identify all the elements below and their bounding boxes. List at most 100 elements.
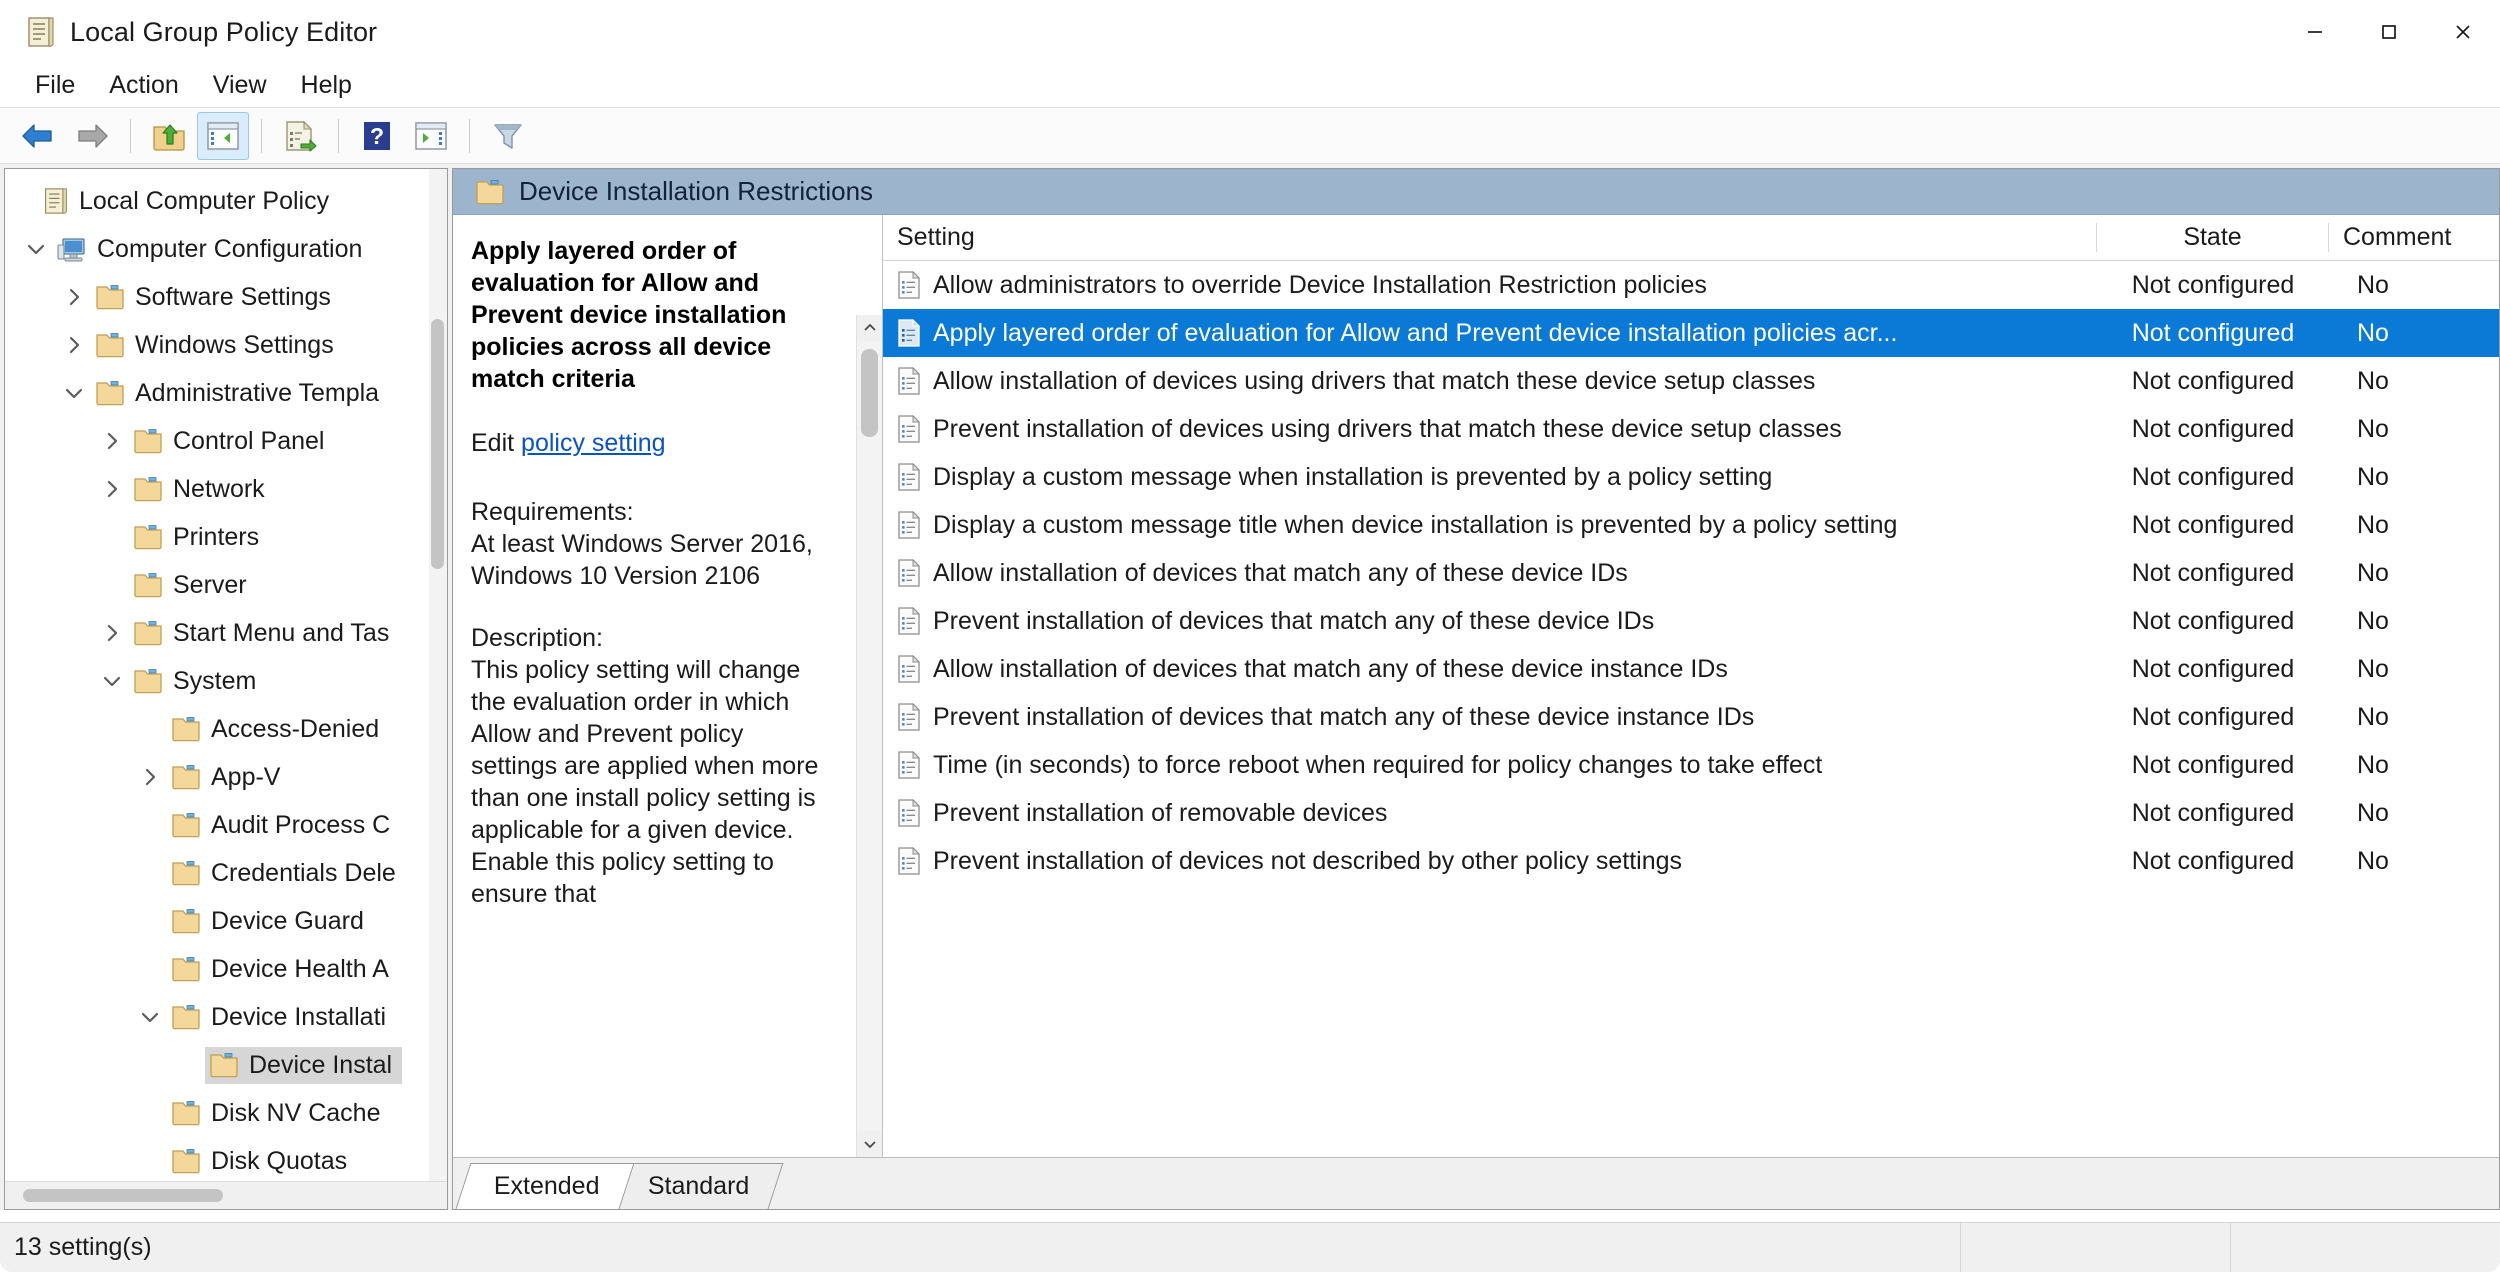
tree-item-device-health-a[interactable]: Device Health A (5, 945, 447, 993)
menu-action[interactable]: Action (92, 68, 195, 103)
toolbar-separator (469, 119, 470, 153)
main-body: Local Computer Policy Computer Configurat… (0, 164, 2500, 1210)
tree-expander-administrative-templa[interactable] (57, 383, 91, 403)
title-bar-left: Local Group Policy Editor (0, 16, 377, 48)
close-button[interactable] (2426, 0, 2500, 64)
tree-expander-windows-settings[interactable] (57, 335, 91, 355)
table-row[interactable]: Allow installation of devices that match… (883, 549, 2499, 597)
setting-state: Not configured (2097, 751, 2329, 780)
tree-item-administrative-templa[interactable]: Administrative Templa (5, 369, 447, 417)
setting-state: Not configured (2097, 463, 2329, 492)
scroll-up-arrow-icon[interactable] (857, 315, 882, 341)
forward-button[interactable] (66, 112, 118, 160)
setting-state: Not configured (2097, 271, 2329, 300)
tab-label: Extended (494, 1172, 600, 1201)
tree-item-server[interactable]: Server (5, 561, 447, 609)
setting-name: Prevent installation of devices not desc… (933, 847, 1682, 876)
help-vertical-scrollbar[interactable] (856, 315, 882, 1157)
window-title: Local Group Policy Editor (70, 17, 377, 48)
tree-item-device-instal[interactable]: Device Instal (5, 1041, 447, 1089)
table-row[interactable]: Prevent installation of devices using dr… (883, 405, 2499, 453)
tree-horizontal-scroll-thumb[interactable] (23, 1189, 223, 1202)
status-cell-2 (2230, 1223, 2500, 1272)
tree-vertical-scroll-thumb[interactable] (431, 319, 444, 569)
folder-icon (209, 1052, 239, 1078)
tree-item-access-denied[interactable]: Access-Denied (5, 705, 447, 753)
tree-item-disk-quotas[interactable]: Disk Quotas (5, 1137, 447, 1181)
table-row[interactable]: Allow installation of devices that match… (883, 645, 2499, 693)
tree-item-label: Device Installati (211, 1003, 386, 1032)
show-hide-console-tree-button[interactable] (197, 112, 249, 160)
tree-item-network[interactable]: Network (5, 465, 447, 513)
setting-state: Not configured (2097, 607, 2329, 636)
tree-root-local-computer-policy[interactable]: Local Computer Policy (5, 177, 447, 225)
help-button[interactable]: ? (351, 112, 403, 160)
tab-extended[interactable]: Extended (456, 1163, 635, 1209)
column-header-setting[interactable]: Setting (883, 223, 2097, 252)
folder-icon (133, 476, 163, 502)
tree-item-software-settings[interactable]: Software Settings (5, 273, 447, 321)
table-row[interactable]: Prevent installation of devices not desc… (883, 837, 2499, 885)
tree-expander-control-panel[interactable] (95, 431, 129, 451)
tab-standard[interactable]: Standard (609, 1163, 783, 1209)
table-row[interactable]: Prevent installation of devices that mat… (883, 693, 2499, 741)
tree-item-device-guard[interactable]: Device Guard (5, 897, 447, 945)
results-pane-header: Device Installation Restrictions (453, 169, 2499, 215)
tree-item-credentials-dele[interactable]: Credentials Dele (5, 849, 447, 897)
tree-expander-start-menu-and-tas[interactable] (95, 623, 129, 643)
up-one-level-button[interactable] (143, 112, 195, 160)
description-text: This policy setting will change the eval… (471, 654, 834, 910)
minimize-button[interactable] (2278, 0, 2352, 64)
column-header-comment[interactable]: Comment (2329, 223, 2499, 252)
tree-item-label: Local Computer Policy (79, 187, 329, 216)
tree-item-disk-nv-cache[interactable]: Disk NV Cache (5, 1089, 447, 1137)
pane-header-title: Device Installation Restrictions (519, 176, 873, 207)
tree-item-printers[interactable]: Printers (5, 513, 447, 561)
tree-item-control-panel[interactable]: Control Panel (5, 417, 447, 465)
tree-expander-system[interactable] (95, 671, 129, 691)
tree-item-app-v[interactable]: App-V (5, 753, 447, 801)
tree-expander-app-v[interactable] (133, 767, 167, 787)
tree-item-label: Access-Denied (211, 715, 379, 744)
back-button[interactable] (12, 112, 64, 160)
table-row[interactable]: Prevent installation of removable device… (883, 789, 2499, 837)
setting-name: Display a custom message when installati… (933, 463, 1772, 492)
tree-item-computer-configuration[interactable]: Computer Configuration (5, 225, 447, 273)
export-list-button[interactable] (274, 112, 326, 160)
menu-file[interactable]: File (18, 68, 92, 103)
requirements-text: At least Windows Server 2016, Windows 10… (471, 528, 834, 592)
tree-item-windows-settings[interactable]: Windows Settings (5, 321, 447, 369)
setting-name: Allow administrators to override Device … (933, 271, 1707, 300)
tree-expander-computer-configuration[interactable] (19, 239, 53, 259)
filter-button[interactable] (482, 112, 534, 160)
table-row[interactable]: Apply layered order of evaluation for Al… (883, 309, 2499, 357)
help-scroll-thumb[interactable] (861, 349, 878, 437)
tree-item-audit-process-c[interactable]: Audit Process C (5, 801, 447, 849)
tree-expander-software-settings[interactable] (57, 287, 91, 307)
table-row[interactable]: Time (in seconds) to force reboot when r… (883, 741, 2499, 789)
tree-item-start-menu-and-tas[interactable]: Start Menu and Tas (5, 609, 447, 657)
setting-state: Not configured (2097, 415, 2329, 444)
table-row[interactable]: Prevent installation of devices that mat… (883, 597, 2499, 645)
tree-horizontal-scrollbar[interactable] (5, 1181, 447, 1209)
table-row[interactable]: Allow installation of devices using driv… (883, 357, 2499, 405)
folder-icon (95, 332, 125, 358)
results-pane: Device Installation Restrictions Apply l… (452, 168, 2500, 1210)
policy-setting-link[interactable]: policy setting (521, 429, 666, 457)
table-row[interactable]: Display a custom message when installati… (883, 453, 2499, 501)
tree-item-system[interactable]: System (5, 657, 447, 705)
table-row[interactable]: Display a custom message title when devi… (883, 501, 2499, 549)
maximize-button[interactable] (2352, 0, 2426, 64)
tree-expander-device-installati[interactable] (133, 1007, 167, 1027)
show-hide-action-pane-button[interactable] (405, 112, 457, 160)
table-row[interactable]: Allow administrators to override Device … (883, 261, 2499, 309)
menu-view[interactable]: View (196, 68, 284, 103)
scroll-down-arrow-icon[interactable] (857, 1131, 882, 1157)
tree-vertical-scrollbar[interactable] (429, 169, 447, 1181)
status-text: 13 setting(s) (0, 1233, 1960, 1262)
tree-expander-network[interactable] (95, 479, 129, 499)
menu-help[interactable]: Help (284, 68, 369, 103)
column-header-state[interactable]: State (2097, 223, 2329, 252)
tree-item-device-installati[interactable]: Device Installati (5, 993, 447, 1041)
tree-item-label: Disk Quotas (211, 1147, 347, 1176)
